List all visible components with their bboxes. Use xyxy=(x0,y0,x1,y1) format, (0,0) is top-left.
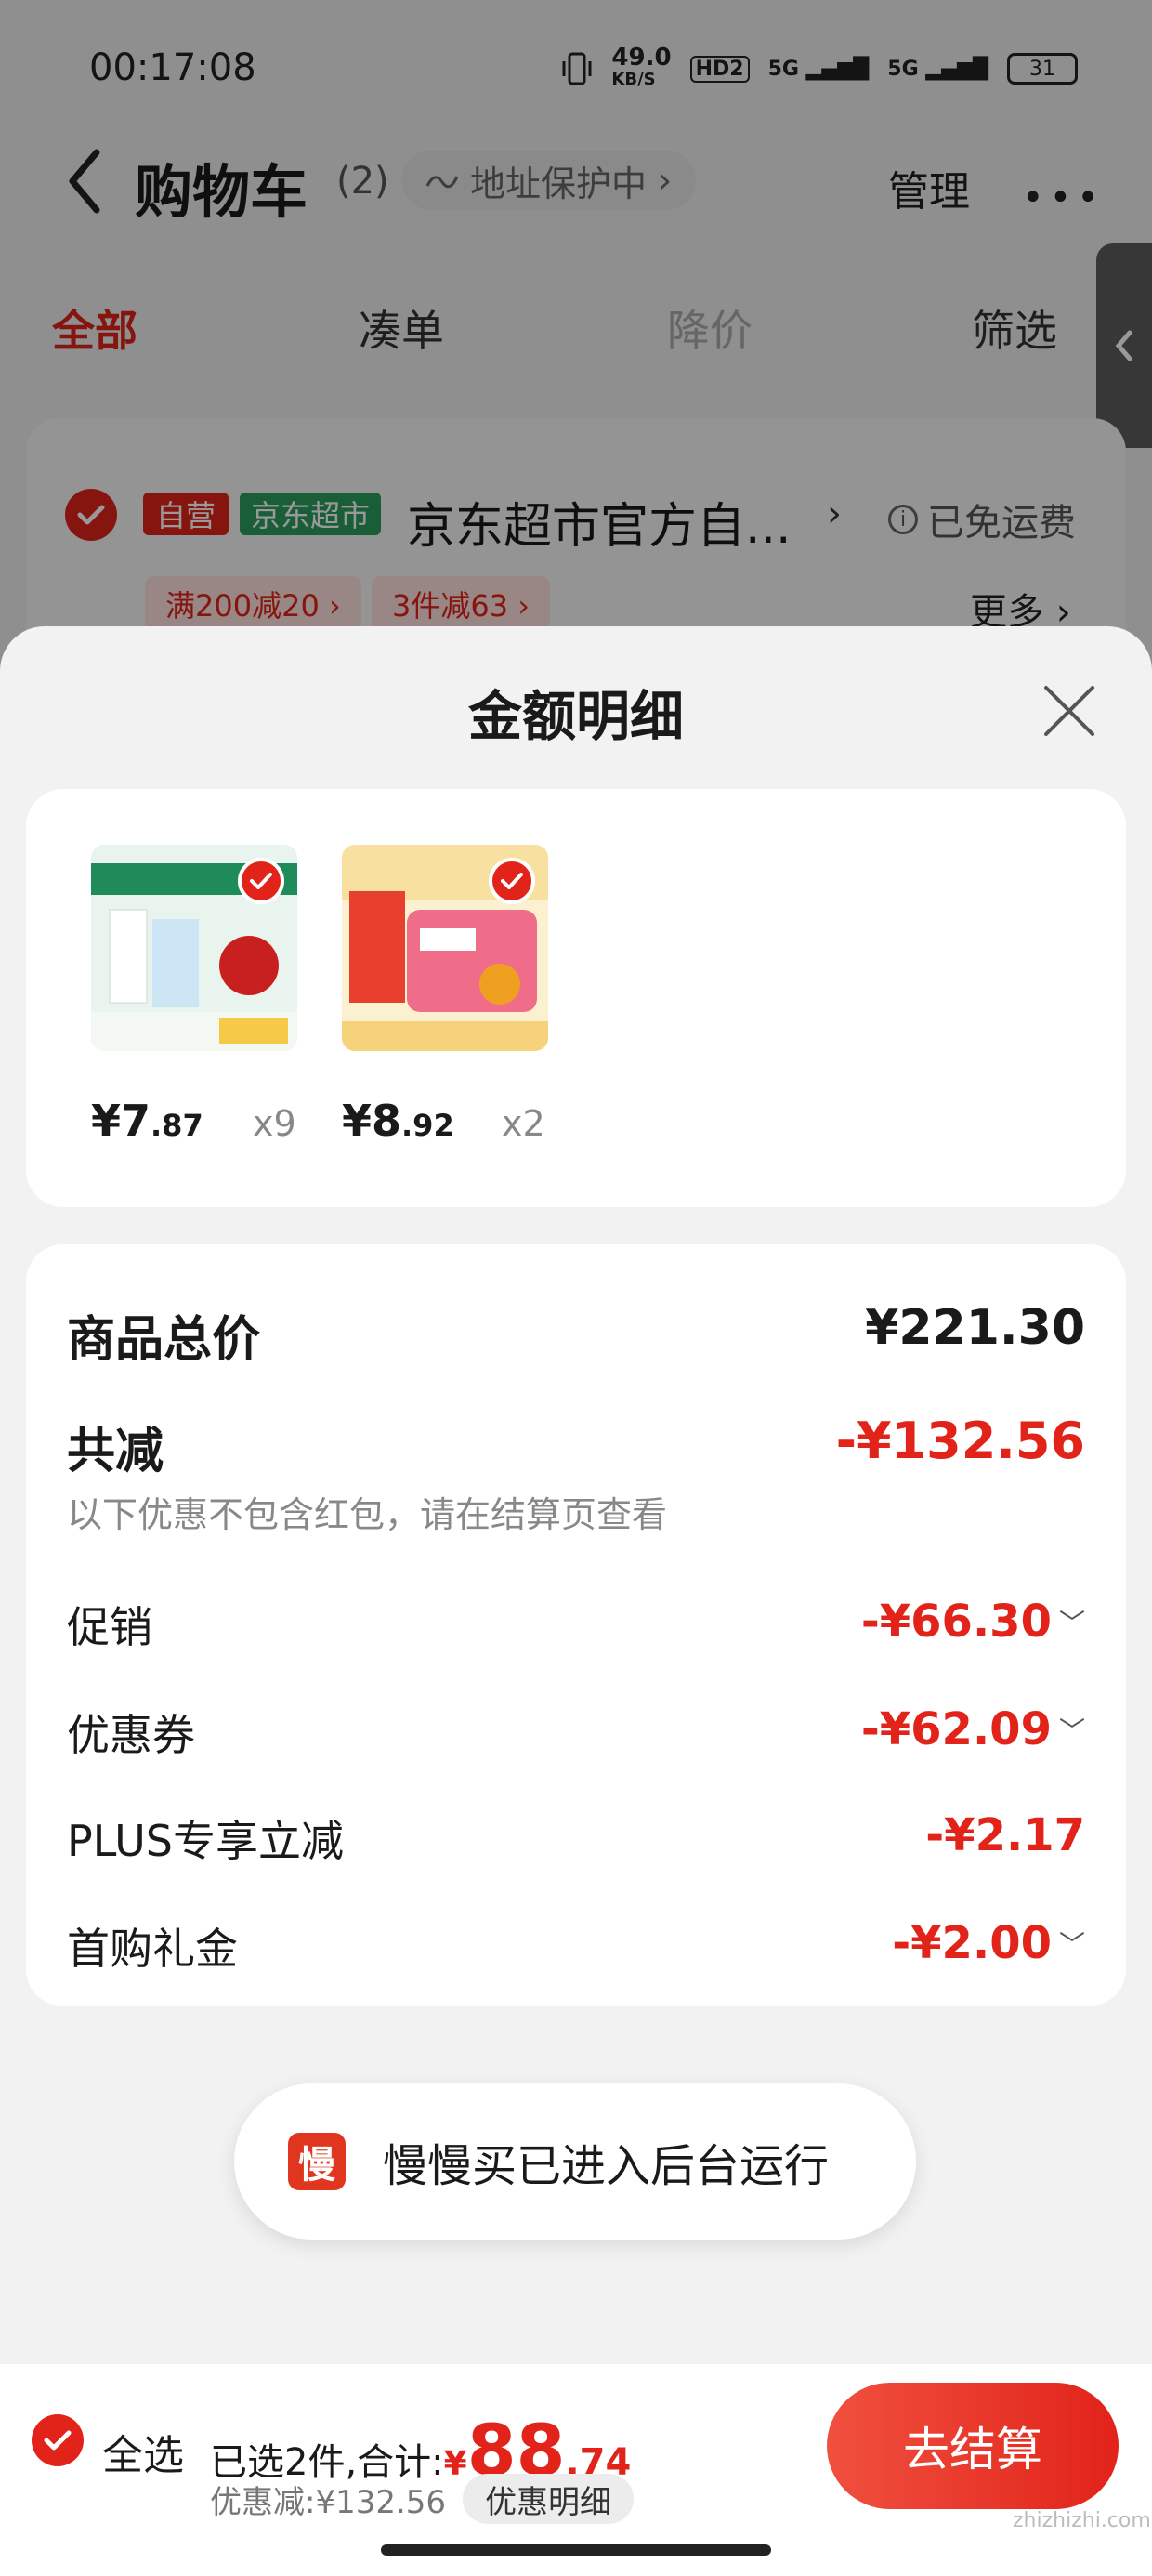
first-purchase-gift-value[interactable]: -¥2.00 ﹀ xyxy=(892,1917,1085,1969)
selected-check-icon xyxy=(238,858,284,904)
chevron-down-icon: ﹀ xyxy=(1058,1715,1085,1746)
discount-text: 优惠减:¥132.56 xyxy=(210,2483,447,2521)
total-reduction-label: 共减 xyxy=(67,1424,164,1479)
plus-discount-value: -¥2.17 xyxy=(925,1809,1085,1861)
selected-check-icon xyxy=(489,858,535,904)
item-price: ¥7.87 xyxy=(91,1096,203,1146)
app-logo-icon: 慢 xyxy=(288,2133,346,2190)
coupon-value[interactable]: -¥62.09 ﹀ xyxy=(861,1703,1085,1755)
background-toast: 慢 慢慢买已进入后台运行 xyxy=(234,2083,916,2240)
select-all-checkbox[interactable] xyxy=(32,2414,84,2466)
price-summary-card: 商品总价 ¥221.30 共减 -¥132.56 以下优惠不包含红包，请在结算页… xyxy=(26,1244,1126,2006)
discount-summary: 优惠减:¥132.56 优惠明细 xyxy=(210,2474,635,2524)
promotion-value[interactable]: -¥66.30 ﹀ xyxy=(861,1596,1085,1648)
coupon-label: 优惠券 xyxy=(67,1710,195,1760)
first-purchase-gift-label: 首购礼金 xyxy=(67,1924,238,1974)
discount-details-button[interactable]: 优惠明细 xyxy=(463,2474,635,2524)
item-price: ¥8.92 xyxy=(342,1096,454,1146)
chevron-down-icon: ﹀ xyxy=(1058,1608,1085,1638)
toast-text: 慢慢买已进入后台运行 xyxy=(383,2140,830,2192)
checkout-button[interactable]: 去结算 xyxy=(827,2383,1119,2509)
close-icon[interactable] xyxy=(1041,682,1098,740)
total-reduction-value: -¥132.56 xyxy=(835,1412,1085,1470)
milk-product-image[interactable] xyxy=(91,845,297,1051)
plus-discount-label: PLUS专享立减 xyxy=(67,1816,344,1866)
selected-items-card: ¥7.87 x9 ¥8.92 x2 xyxy=(26,789,1126,1207)
watermark: zhizhizhi.com xyxy=(1013,2509,1151,2532)
select-all-label[interactable]: 全选 xyxy=(102,2422,184,2481)
check-icon xyxy=(44,2430,72,2451)
item-quantity: x9 xyxy=(253,1103,296,1144)
item-quantity: x2 xyxy=(502,1103,545,1144)
liby-detergent-image[interactable] xyxy=(342,845,548,1051)
amount-details-sheet: 金额明细 ¥7.87 x9 ¥8.92 x2 商品总价 ¥221.30 共减 -… xyxy=(0,626,1152,2364)
home-indicator[interactable] xyxy=(381,2544,771,2556)
goods-total-value: ¥221.30 xyxy=(865,1300,1085,1356)
promotion-label: 促销 xyxy=(67,1602,152,1652)
sheet-title: 金额明细 xyxy=(467,685,684,748)
chevron-down-icon: ﹀ xyxy=(1058,1929,1085,1960)
goods-total-label: 商品总价 xyxy=(67,1312,261,1368)
reduction-hint: 以下优惠不包含红包，请在结算页查看 xyxy=(67,1494,668,1535)
